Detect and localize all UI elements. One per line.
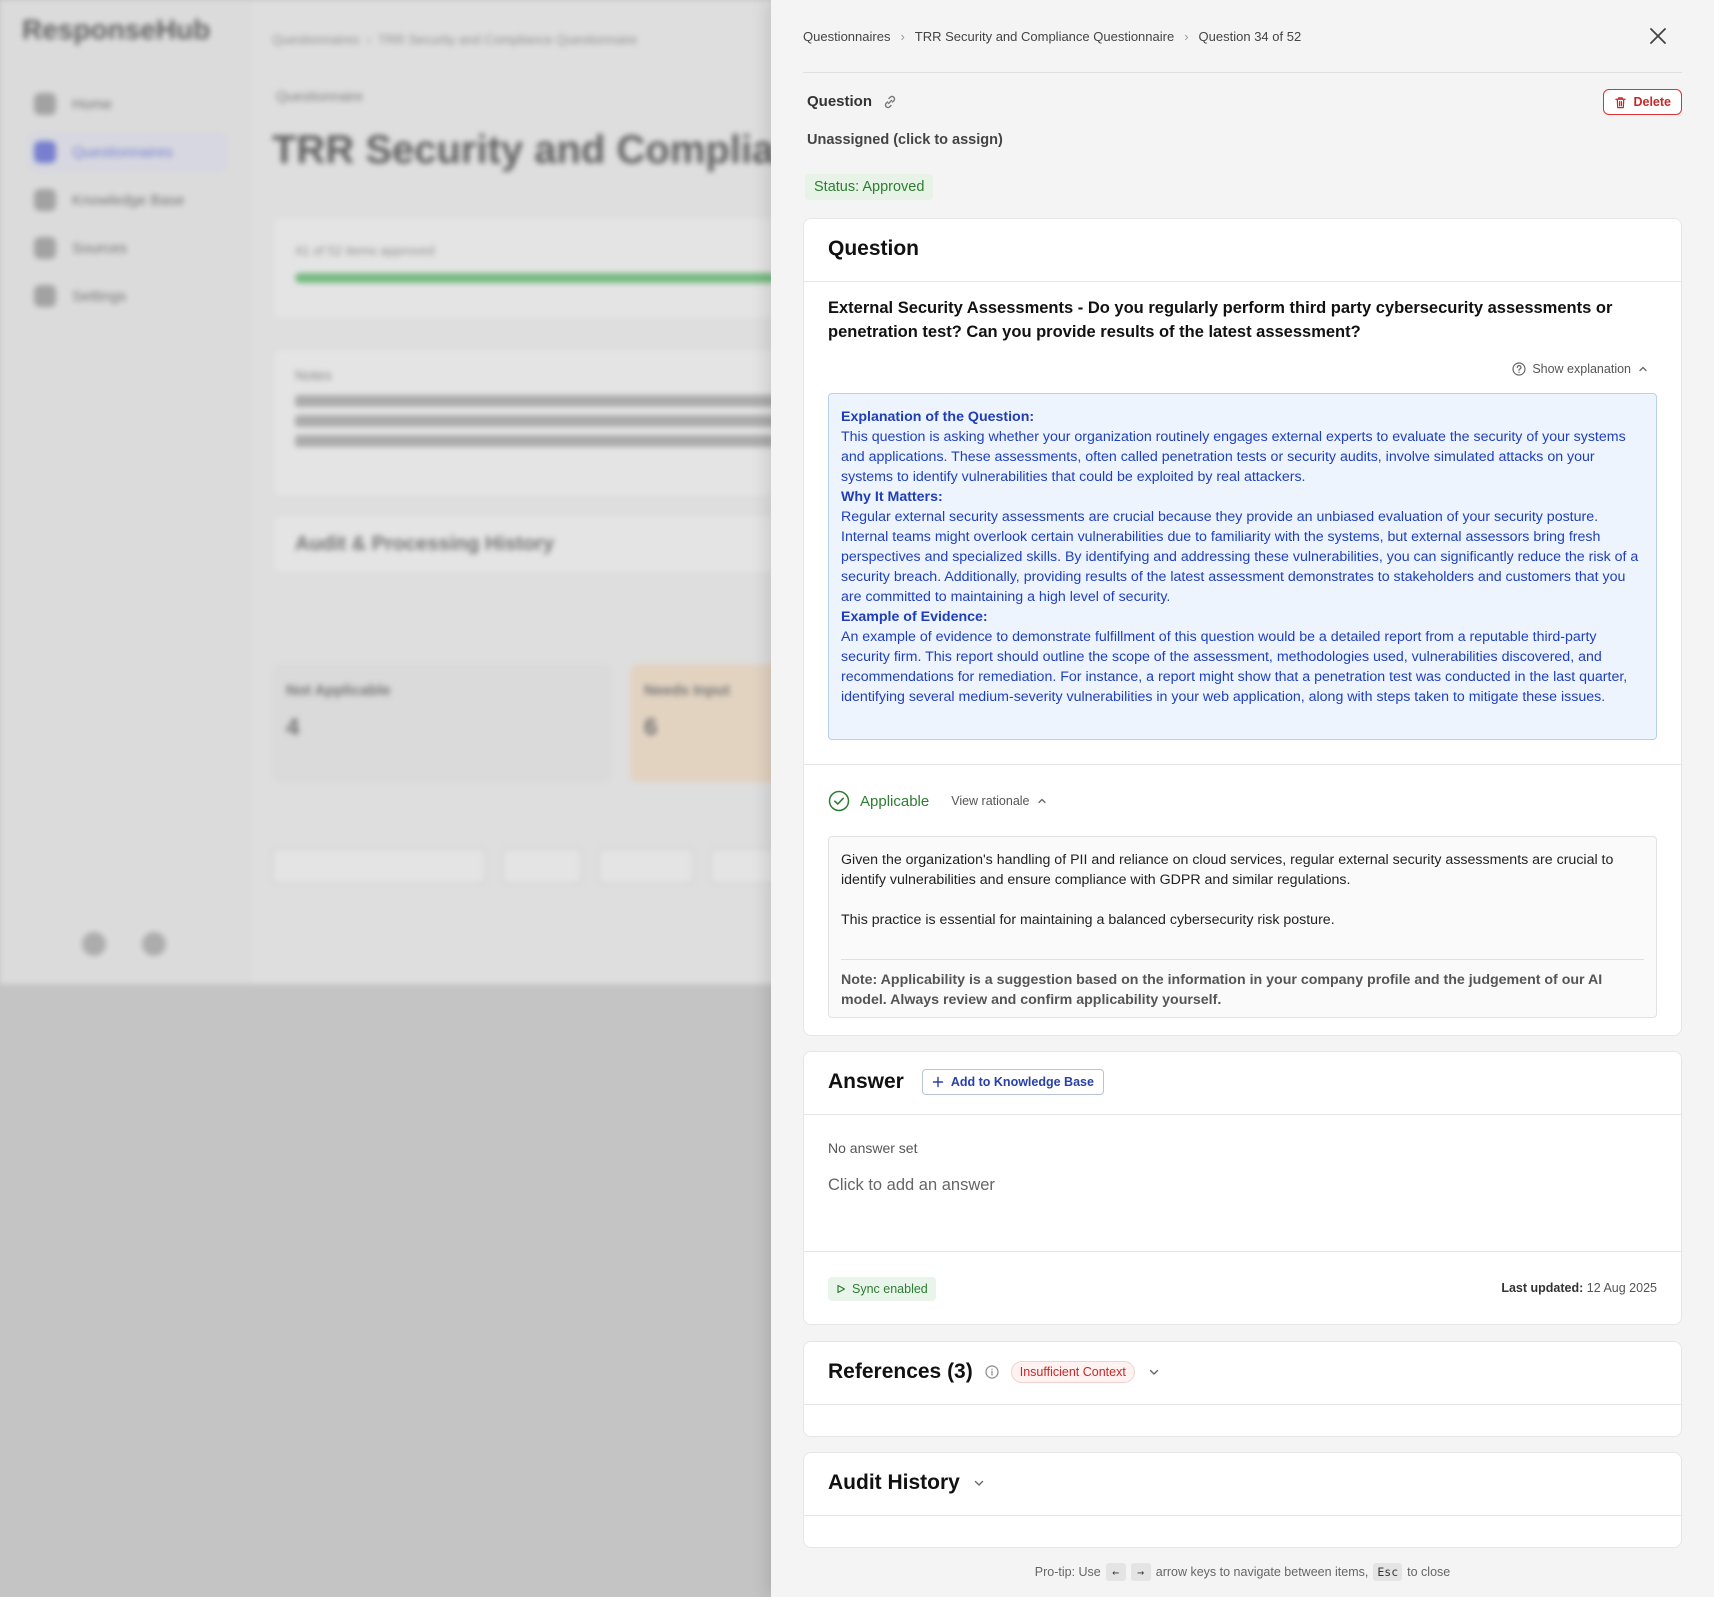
insufficient-context-badge: Insufficient Context — [1010, 1361, 1135, 1383]
left-arrow-key: ← — [1105, 1563, 1126, 1581]
bg-sidebar: ResponseHub Home Questionnaires Knowledg… — [0, 0, 250, 984]
sync-label: Sync enabled — [852, 1282, 928, 1296]
delete-label: Delete — [1633, 95, 1671, 109]
bg-stat-not-applicable: Not Applicable 4 — [272, 664, 612, 782]
applicability-row: Applicable View rationale — [828, 790, 1048, 812]
question-detail-panel: Questionnaires › TRR Security and Compli… — [771, 0, 1714, 1597]
bg-nav-home: Home — [28, 84, 228, 124]
close-icon — [1650, 28, 1666, 44]
why-it-matters-heading: Why It Matters: — [841, 489, 943, 505]
bg-globe-icon — [142, 932, 166, 956]
answer-card-header: Answer Add to Knowledge Base — [828, 1069, 1104, 1095]
bg-breadcrumb: Questionnaires › TRR Security and Compli… — [272, 32, 638, 47]
chevron-up-icon — [1639, 366, 1647, 372]
delete-button[interactable]: Delete — [1603, 89, 1682, 115]
bg-small-label: Questionnaire — [276, 88, 364, 104]
references-title: References (3) — [828, 1360, 973, 1383]
last-updated-value: 12 Aug 2025 — [1586, 1281, 1657, 1295]
last-updated-label: Last updated: — [1501, 1281, 1584, 1295]
bg-notes-card: Notes — [272, 348, 832, 498]
last-updated: Last updated: 12 Aug 2025 — [1501, 1281, 1657, 1295]
answer-card: Answer Add to Knowledge Base No answer s… — [803, 1051, 1682, 1325]
divider — [804, 281, 1681, 282]
example-evidence-heading: Example of Evidence: — [841, 609, 988, 625]
explanation-box: Explanation of the Question: This questi… — [828, 393, 1657, 740]
bg-logo: ResponseHub — [22, 14, 211, 45]
view-rationale-toggle[interactable]: View rationale — [951, 794, 1047, 808]
chevron-up-icon — [1037, 798, 1046, 804]
audit-history-title: Audit History — [828, 1471, 960, 1494]
chevron-down-icon — [1149, 1369, 1159, 1375]
close-button[interactable] — [1644, 22, 1672, 50]
bg-nav-knowledge-base: Knowledge Base — [28, 180, 228, 220]
references-card: References (3) Insufficient Context — [803, 1341, 1682, 1437]
rationale-box: Given the organization's handling of PII… — [828, 836, 1657, 1018]
no-answer-label: No answer set — [828, 1140, 918, 1156]
bg-filter-applicable — [502, 848, 582, 884]
protip-middle: arrow keys to navigate between items, — [1155, 1565, 1369, 1579]
applicability-note: Note: Applicability is a suggestion base… — [841, 959, 1644, 1010]
esc-key: Esc — [1373, 1563, 1403, 1581]
info-icon[interactable] — [985, 1365, 999, 1379]
references-expand-toggle[interactable] — [1147, 1365, 1161, 1379]
explanation-heading: Explanation of the Question: — [841, 409, 1035, 425]
view-rationale-label: View rationale — [951, 794, 1030, 808]
explanation-body: This question is asking whether your org… — [841, 429, 1626, 485]
divider — [804, 1251, 1681, 1252]
link-icon[interactable] — [882, 94, 898, 110]
add-to-knowledge-base-label: Add to Knowledge Base — [950, 1075, 1094, 1089]
references-card-header: References (3) Insufficient Context — [828, 1360, 1161, 1384]
play-icon — [837, 1284, 846, 1294]
bg-progress-card: 41 of 52 items approved — [272, 216, 832, 320]
breadcrumb: Questionnaires › TRR Security and Compli… — [803, 26, 1301, 46]
audit-history-header: Audit History — [828, 1471, 986, 1495]
answer-card-title: Answer — [828, 1070, 904, 1093]
rationale-paragraph: This practice is essential for maintaini… — [841, 912, 1335, 928]
rationale-paragraph: Given the organization's handling of PII… — [841, 852, 1614, 888]
protip-prefix: Pro-tip: Use — [1034, 1565, 1101, 1579]
bg-audit-card: Audit & Processing History — [272, 514, 832, 574]
question-header: Question — [807, 93, 898, 110]
divider — [804, 764, 1681, 765]
question-text: External Security Assessments - Do you r… — [828, 299, 1613, 341]
audit-history-expand-toggle[interactable] — [972, 1476, 986, 1490]
divider — [804, 1114, 1681, 1115]
bg-nav-sources: Sources — [28, 228, 228, 268]
plus-icon — [932, 1076, 944, 1088]
example-evidence-body: An example of evidence to demonstrate fu… — [841, 629, 1628, 705]
chevron-right-icon: › — [900, 28, 905, 44]
bg-search — [272, 848, 486, 884]
add-to-knowledge-base-button[interactable]: Add to Knowledge Base — [921, 1069, 1104, 1095]
bg-nav-settings: Settings — [28, 276, 228, 316]
protip-suffix: to close — [1407, 1565, 1451, 1579]
show-explanation-label: Show explanation — [1532, 362, 1631, 376]
question-card: Question External Security Assessments -… — [803, 218, 1682, 1036]
protip: Pro-tip: Use ← → arrow keys to navigate … — [771, 1563, 1714, 1581]
bg-filter-sync — [598, 848, 694, 884]
divider — [804, 1404, 1681, 1405]
applicable-label: Applicable — [860, 792, 930, 810]
question-card-title: Question — [828, 237, 920, 260]
bg-nav-questionnaires: Questionnaires — [28, 132, 228, 172]
trash-icon — [1615, 96, 1627, 108]
question-header-label: Question — [807, 93, 873, 110]
chevron-right-icon: › — [1184, 28, 1189, 44]
divider — [803, 72, 1682, 73]
assignee-selector[interactable]: Unassigned (click to assign) — [807, 132, 1003, 148]
audit-history-card: Audit History — [803, 1452, 1682, 1548]
breadcrumb-questionnaire[interactable]: TRR Security and Compliance Questionnair… — [915, 29, 1174, 44]
show-explanation-toggle[interactable]: Show explanation — [1512, 362, 1649, 376]
check-circle-icon — [828, 790, 850, 812]
answer-input[interactable]: Click to add an answer — [828, 1176, 995, 1195]
sync-status-badge: Sync enabled — [828, 1277, 936, 1301]
right-arrow-key: → — [1130, 1563, 1151, 1581]
breadcrumb-current: Question 34 of 52 — [1198, 28, 1302, 44]
divider — [804, 1515, 1681, 1516]
breadcrumb-questionnaires[interactable]: Questionnaires — [803, 29, 890, 44]
chevron-down-icon — [974, 1480, 984, 1486]
help-circle-icon — [1512, 362, 1526, 376]
status-badge: Status: Approved — [805, 174, 934, 200]
why-it-matters-body: Regular external security assessments ar… — [841, 509, 1639, 605]
bg-user-icon — [82, 932, 106, 956]
